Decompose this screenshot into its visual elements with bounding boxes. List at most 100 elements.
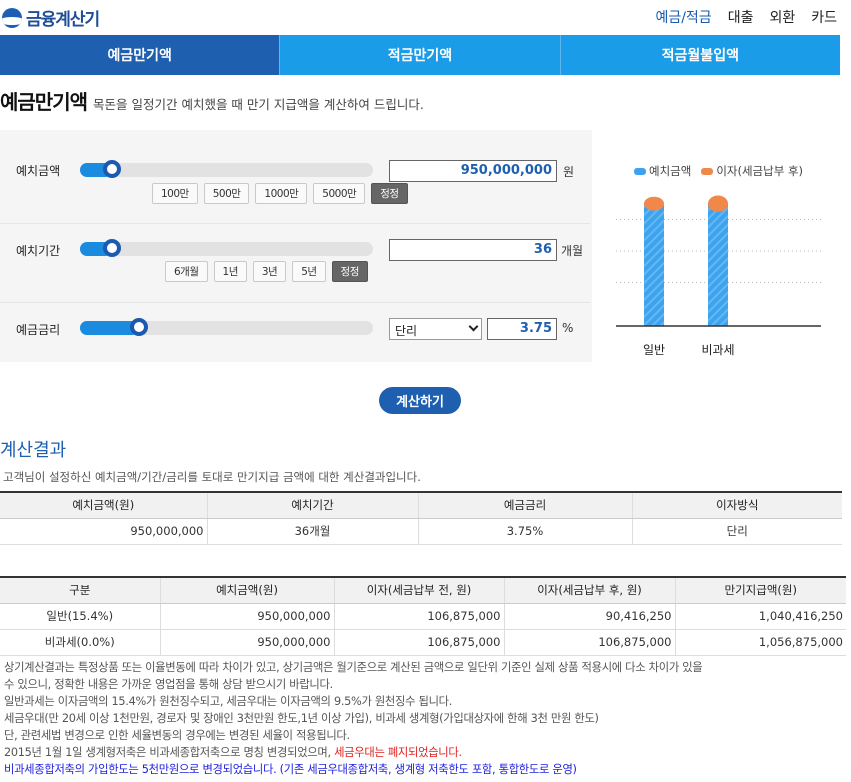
note-text: 2015년 1월 1일 생계형저축은 비과세종합저축으로 명칭 변경되었으며, (4, 746, 335, 759)
note-text-blue: (기존 세금우대종합저축, 생계형 저축한도 포함, 통합한도로 운영) (276, 763, 577, 776)
chart-x-label: 일반 (643, 343, 665, 357)
period-slider[interactable] (80, 239, 373, 257)
detail-col-type: 구분 (0, 576, 160, 604)
note-highlight-red: 세금우대는 폐지되었습니다. (334, 746, 462, 759)
period-quick-buttons: 6개월 1년 3년 5년 정정 (165, 261, 368, 282)
period-unit: 개월 (561, 244, 584, 258)
calc-tabs: 예금만기액 적금만기액 적금월불입액 (0, 35, 840, 75)
amount-slider-handle[interactable] (103, 160, 122, 178)
page-title: 예금만기액 (0, 90, 88, 114)
chart-bar-interest (708, 195, 728, 212)
chart-bar-principal (644, 203, 664, 326)
detail-col-maturity: 만기지급액(원) (674, 576, 846, 604)
amount-quick-buttons: 100만 500만 1000만 5000만 정정 (152, 183, 408, 204)
summary-rate: 3.75% (417, 518, 632, 545)
table-row: 일반(15.4%) 950,000,000 106,875,000 90,416… (0, 603, 846, 630)
period-3y-button[interactable]: 3년 (252, 261, 287, 282)
chart-plot: 일반 비과세 (616, 195, 821, 357)
rate-slider[interactable] (80, 318, 373, 336)
summary-col-period: 예치기간 (206, 491, 418, 519)
top-nav: 예금/적금 대출 외환 카드 (655, 7, 837, 27)
page-heading: 예금만기액 목돈을 일정기간 예치했을 때 만기 지급액을 계산하여 드립니다. (0, 86, 424, 115)
summary-period: 36개월 (206, 518, 418, 545)
detail-maturity: 1,056,875,000 (674, 629, 846, 656)
amount-row: 예치금액 100만 500만 1000만 5000만 정정 950,000,00… (0, 130, 590, 224)
amount-reset-button[interactable]: 정정 (371, 183, 408, 204)
tab-deposit-maturity[interactable]: 예금만기액 (0, 35, 281, 75)
note-line: 비과세종합저축의 가입한도는 5천만원으로 변경되었습니다. (기존 세금우대종… (4, 761, 844, 778)
detail-principal: 950,000,000 (159, 629, 334, 656)
rate-slider-handle[interactable] (129, 318, 148, 336)
chart-x-label: 비과세 (701, 343, 734, 357)
detail-col-principal: 예치금액(원) (159, 576, 334, 604)
detail-interest-pre: 106,875,000 (333, 603, 504, 630)
amount-slider[interactable] (80, 160, 373, 178)
note-highlight-blue: 비과세종합저축의 가입한도는 5천만원으로 변경되었습니다. (4, 763, 277, 776)
nav-loan[interactable]: 대출 (728, 7, 754, 27)
table-row: 950,000,000 36개월 3.75% 단리 (0, 518, 842, 545)
detail-interest-post: 90,416,250 (503, 603, 675, 630)
page-subtitle: 목돈을 일정기간 예치했을 때 만기 지급액을 계산하여 드립니다. (93, 97, 424, 112)
nav-deposit[interactable]: 예금/적금 (655, 7, 711, 27)
note-line: 2015년 1월 1일 생계형저축은 비과세종합저축으로 명칭 변경되었으며, … (4, 744, 844, 761)
amount-label: 예치금액 (16, 164, 61, 178)
rate-unit: % (562, 321, 574, 335)
summary-col-rate: 예금금리 (417, 491, 632, 519)
period-reset-button[interactable]: 정정 (331, 261, 368, 282)
detail-maturity: 1,040,416,250 (674, 603, 846, 630)
calculator-panel: 예치금액 100만 500만 1000만 5000만 정정 950,000,00… (0, 130, 851, 362)
calculate-button[interactable]: 계산하기 (379, 387, 461, 414)
note-line: 세금우대(만 20세 이상 1천만원, 경로자 및 장애인 3천만원 한도,1년… (4, 712, 599, 725)
rate-label: 예금금리 (16, 323, 61, 337)
period-slider-handle[interactable] (103, 239, 122, 257)
add-50m-button[interactable]: 5000만 (313, 183, 366, 204)
logo-text: 금융계산기 (26, 10, 100, 30)
summary-col-type: 이자방식 (631, 491, 842, 519)
note-line: 일반과세는 이자금액의 15.4%가 원천징수되고, 세금우대는 이자금액의 9… (4, 695, 453, 708)
period-input[interactable]: 36 (389, 239, 557, 261)
nav-card[interactable]: 카드 (811, 7, 837, 27)
logo-icon (2, 7, 22, 28)
chart-bar-principal (708, 203, 728, 326)
detail-interest-pre: 106,875,000 (333, 629, 504, 656)
add-5m-button[interactable]: 500만 (203, 183, 250, 204)
note-line: 수 있으니, 정확한 내용은 가까운 영업점을 통해 상담 받으시기 바랍니다. (4, 678, 333, 691)
notes: 상기계산결과는 특정상품 또는 이율변동에 따라 차이가 있고, 상기금액은 월… (4, 659, 844, 778)
header: 금융계산기 예금/적금 대출 외환 카드 (0, 0, 851, 34)
summary-table: 예치금액(원) 예치기간 예금금리 이자방식 950,000,000 36개월 … (0, 491, 842, 545)
rate-row: 예금금리 단리 3.75 % (0, 304, 590, 362)
detail-header-row: 구분 예치금액(원) 이자(세금납부 전, 원) 이자(세금납부 후, 원) 만… (0, 576, 846, 604)
period-6m-button[interactable]: 6개월 (165, 261, 208, 282)
interest-type-select[interactable]: 단리 (389, 318, 482, 340)
nav-forex[interactable]: 외환 (769, 7, 795, 27)
summary-col-amount: 예치금액(원) (0, 491, 207, 519)
add-1m-button[interactable]: 100만 (152, 183, 198, 204)
table-row: 비과세(0.0%) 950,000,000 106,875,000 106,87… (0, 629, 846, 656)
amount-unit: 원 (563, 165, 575, 179)
detail-type: 비과세(0.0%) (0, 629, 160, 656)
summary-amount: 950,000,000 (0, 518, 207, 545)
detail-interest-post: 106,875,000 (503, 629, 675, 656)
note-line: 상기계산결과는 특정상품 또는 이율변동에 따라 차이가 있고, 상기금액은 월… (4, 661, 703, 674)
chart-bar-interest (644, 196, 664, 211)
interest-type-value: 단리 (395, 324, 418, 338)
summary-type: 단리 (631, 518, 842, 545)
detail-table: 구분 예치금액(원) 이자(세금납부 전, 원) 이자(세금납부 후, 원) 만… (0, 576, 846, 656)
result-title: 계산결과 (0, 440, 67, 461)
period-5y-button[interactable]: 5년 (292, 261, 326, 282)
add-10m-button[interactable]: 1000만 (255, 183, 308, 204)
amount-input[interactable]: 950,000,000 (389, 160, 557, 182)
period-label: 예치기간 (16, 244, 61, 258)
detail-type: 일반(15.4%) (0, 603, 160, 630)
logo[interactable]: 금융계산기 (2, 5, 100, 30)
tab-savings-maturity[interactable]: 적금만기액 (280, 35, 561, 75)
rate-input[interactable]: 3.75 (487, 318, 557, 340)
period-1y-button[interactable]: 1년 (213, 261, 247, 282)
summary-header-row: 예치금액(원) 예치기간 예금금리 이자방식 (0, 491, 842, 519)
result-chart: 예치금액 이자(세금납부 후) 일반 비과세 (592, 130, 851, 362)
detail-principal: 950,000,000 (159, 603, 334, 630)
detail-col-interest-pre: 이자(세금납부 전, 원) (333, 576, 504, 604)
chevron-down-icon (468, 321, 479, 332)
result-description: 고객님이 설정하신 예치금액/기간/금리를 토대로 만기지급 금액에 대한 계산… (3, 470, 421, 484)
tab-savings-monthly[interactable]: 적금월불입액 (560, 35, 840, 75)
